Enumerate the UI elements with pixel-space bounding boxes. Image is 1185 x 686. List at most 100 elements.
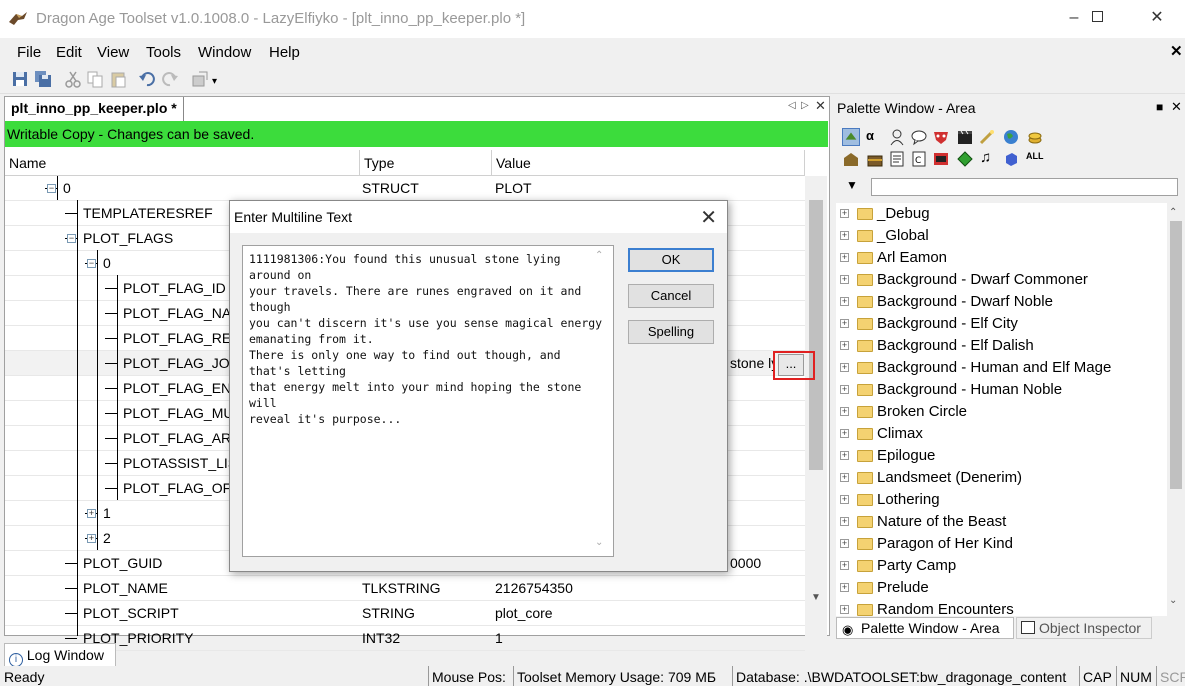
area-icon[interactable] [842,128,860,146]
expand-icon[interactable]: + [840,253,849,262]
expand-icon[interactable]: + [840,429,849,438]
textarea-scroll-up-icon[interactable]: ⌃ [595,250,603,261]
palette-vertical-scrollbar[interactable]: ⌃ ⌄ [1167,203,1184,616]
menu-window[interactable]: Window [198,44,251,61]
globe-icon[interactable] [1002,128,1020,146]
tab-scroll-left-icon[interactable]: ◁ [788,100,796,111]
expand-icon[interactable]: + [840,385,849,394]
cut-icon[interactable] [64,70,82,88]
all-filter-icon[interactable]: ALL [1026,151,1044,169]
dropdown-arrow-icon[interactable]: ▾ [212,76,217,87]
clapperboard-icon[interactable] [956,128,974,146]
expand-icon[interactable]: + [840,319,849,328]
table-row[interactable]: PLOT_NAME TLKSTRING 2126754350 [5,576,805,601]
save-all-icon[interactable] [34,70,52,88]
redo-icon[interactable] [161,70,179,88]
dialog-close-icon[interactable]: ✕ [700,205,717,230]
close-button[interactable]: ✕ [1134,0,1180,38]
text-tool-icon[interactable]: α [866,128,884,146]
expand-icon[interactable]: + [87,509,96,518]
mdi-close-icon[interactable]: ✕ [1170,42,1183,60]
expand-icon[interactable]: + [840,407,849,416]
trigger-icon[interactable] [932,150,950,168]
tab-scroll-right-icon[interactable]: ▷ [801,100,809,111]
collapse-icon[interactable]: − [87,259,96,268]
cell-value[interactable]: PLOT [495,176,795,201]
filter-dropdown-icon[interactable]: ▼ [846,178,858,192]
menu-help[interactable]: Help [269,44,300,61]
tab-palette-window[interactable]: ◉ Palette Window - Area [836,617,1014,639]
scroll-down-icon[interactable]: ▼ [811,592,821,603]
collapse-icon[interactable]: − [47,184,56,193]
cancel-button[interactable]: Cancel [628,284,714,308]
collapse-icon[interactable]: − [67,234,76,243]
ok-button[interactable]: OK [628,248,714,272]
palette-scroll-up-icon[interactable]: ⌃ [1169,207,1177,218]
document-icon[interactable] [888,150,906,168]
expand-icon[interactable]: + [840,341,849,350]
tab-plot-file[interactable]: plt_inno_pp_keeper.plo * [5,97,184,121]
table-row[interactable]: PLOT_PRIORITY INT32 1 [5,626,805,651]
expand-icon[interactable]: + [840,495,849,504]
menu-view[interactable]: View [97,44,129,61]
cube-icon[interactable] [1002,150,1020,168]
folder-icon [857,252,873,264]
maximize-button[interactable] [1074,0,1120,38]
waypoint-icon[interactable] [956,150,974,168]
properties-icon[interactable] [191,70,209,88]
menu-file[interactable]: File [17,44,41,61]
expand-icon[interactable]: + [840,231,849,240]
column-header-type[interactable]: Type [360,150,492,176]
tab-object-inspector[interactable]: Object Inspector [1016,617,1152,639]
palette-scrollbar-thumb[interactable] [1170,221,1182,489]
palette-scroll-down-icon[interactable]: ⌄ [1169,595,1177,606]
copy-icon[interactable] [86,70,104,88]
multiline-text-area[interactable]: 1111981306:You found this unusual stone … [242,245,614,557]
placeable-icon[interactable] [842,150,860,168]
expand-icon[interactable]: + [840,517,849,526]
expand-icon[interactable]: + [840,539,849,548]
paste-icon[interactable] [109,70,127,88]
pin-icon[interactable]: ■ [1156,100,1163,114]
palette-close-icon[interactable]: ✕ [1171,99,1182,115]
cell-name: PLOT_NAME [83,580,168,596]
table-row[interactable]: −0 STRUCT PLOT [5,176,805,201]
mask-icon[interactable] [932,128,950,146]
expand-icon[interactable]: + [840,605,849,614]
expand-icon[interactable]: + [840,275,849,284]
expand-icon[interactable]: + [840,363,849,372]
spelling-button[interactable]: Spelling [628,320,714,344]
cell-value[interactable]: 2126754350 [495,576,795,601]
menu-edit[interactable]: Edit [56,44,82,61]
coins-icon[interactable] [1026,128,1044,146]
speech-bubble-icon[interactable] [910,128,928,146]
tab-close-icon[interactable]: ✕ [815,98,826,114]
expand-icon[interactable]: + [840,451,849,460]
expand-icon[interactable]: + [840,561,849,570]
expand-icon[interactable]: + [87,534,96,543]
cell-value[interactable]: 1 [495,626,795,651]
scrollbar-thumb[interactable] [809,200,823,470]
undo-icon[interactable] [138,70,156,88]
cell-value[interactable]: plot_core [495,601,795,626]
treasure-icon[interactable] [866,150,884,168]
textarea-scroll-down-icon[interactable]: ⌄ [595,537,603,548]
document-vertical-scrollbar[interactable]: ▼ [805,176,827,636]
palette-search-input[interactable] [871,178,1178,196]
creature-icon[interactable] [888,128,906,146]
cell-value[interactable]: stone lyi [730,351,775,376]
expand-icon[interactable]: + [840,583,849,592]
tab-log-window[interactable]: i Log Window [4,643,116,667]
music-icon[interactable]: ♫ [980,149,998,167]
expand-icon[interactable]: + [840,209,849,218]
column-header-value[interactable]: Value [492,150,805,176]
save-icon[interactable] [11,70,29,88]
menu-tools[interactable]: Tools [146,44,181,61]
script-icon[interactable]: C [910,150,928,168]
cell-value[interactable]: 0000 [730,551,790,576]
wand-icon[interactable] [978,128,996,146]
column-header-name[interactable]: Name [5,150,360,176]
table-row[interactable]: PLOT_SCRIPT STRING plot_core [5,601,805,626]
expand-icon[interactable]: + [840,297,849,306]
expand-icon[interactable]: + [840,473,849,482]
